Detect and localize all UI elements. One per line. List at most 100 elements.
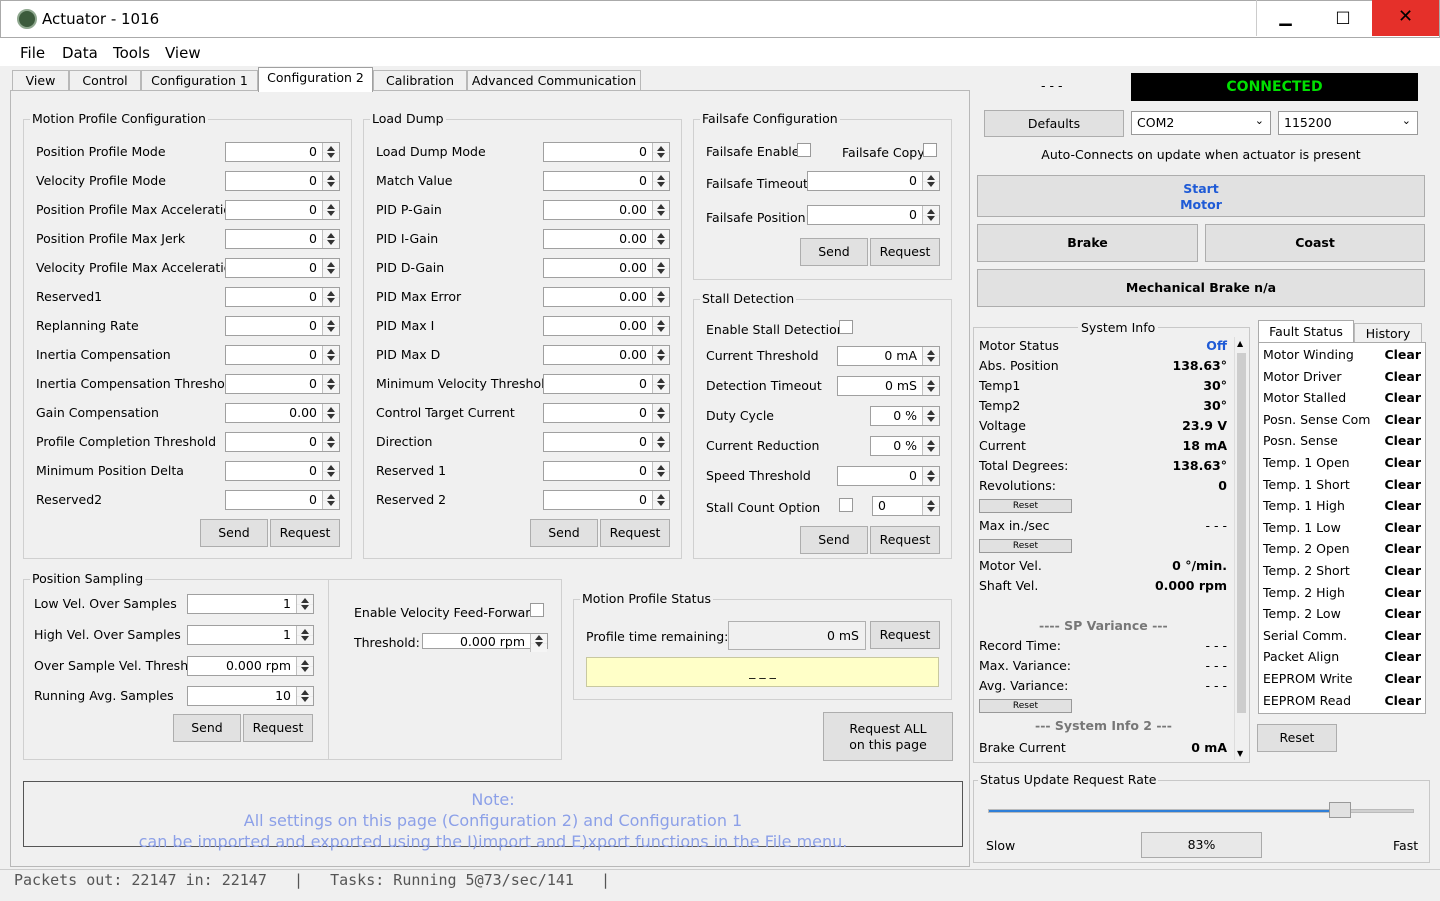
sampling-row-input[interactable]: 0.000 rpm — [187, 656, 314, 676]
load-dump-row-input[interactable]: 0 — [543, 374, 670, 394]
load-dump-row-input[interactable]: 0.00 — [543, 229, 670, 249]
note-line-2: can be imported and exported using the I… — [138, 832, 848, 851]
load-dump-row-input[interactable]: 0.00 — [543, 200, 670, 220]
motion-profile-row-input[interactable]: 0 — [225, 461, 340, 481]
tab-fault-status[interactable]: Fault Status — [1258, 320, 1354, 342]
motion-profile-row-input[interactable]: 0 — [225, 142, 340, 162]
threshold-input[interactable]: 0.000 rpm — [422, 633, 548, 652]
motion-profile-row-input[interactable]: 0 — [225, 432, 340, 452]
failsafe-timeout-input[interactable]: 0 — [807, 171, 940, 191]
motion-profile-row-input[interactable]: 0.00 — [225, 403, 340, 423]
sampling-request-button[interactable]: Request — [243, 714, 313, 742]
stall-count-input[interactable]: 0 — [872, 496, 940, 516]
motion-profile-row-label: Profile Completion Threshold — [36, 434, 217, 449]
system-info-row: Motor Status Off — [979, 338, 1227, 353]
profile-status-display: _ _ _ — [586, 657, 939, 687]
enable-stall-label: Enable Stall Detection — [706, 322, 845, 337]
scroll-down-icon[interactable]: ▼ — [1237, 749, 1243, 758]
tab-advanced-communication[interactable]: Advanced Communication — [467, 70, 641, 91]
stall-request-button[interactable]: Request — [870, 526, 940, 554]
profile-status-request-button[interactable]: Request — [870, 621, 940, 649]
defaults-button[interactable]: Defaults — [984, 110, 1124, 137]
update-rate-slider-thumb[interactable] — [1328, 802, 1351, 818]
baud-select[interactable]: 115200 ⌄ — [1278, 111, 1418, 135]
failsafe-position-input[interactable]: 0 — [807, 205, 940, 225]
sp-variance-header: ---- SP Variance --- — [1039, 618, 1168, 633]
scroll-up-icon[interactable]: ▲ — [1237, 339, 1243, 348]
brake-button[interactable]: Brake — [977, 224, 1198, 262]
load-dump-row-label: PID I-Gain — [376, 231, 439, 246]
stall-row-input[interactable]: 0 mS — [837, 376, 940, 396]
load-dump-request-button[interactable]: Request — [600, 519, 670, 547]
failsafe-copy-label: Failsafe Copy — [842, 145, 925, 160]
tab-calibration[interactable]: Calibration — [373, 70, 467, 91]
variance-reset-button[interactable]: Reset — [979, 699, 1072, 713]
request-all-button[interactable]: Request ALL on this page — [823, 712, 953, 761]
failsafe-send-button[interactable]: Send — [800, 238, 868, 266]
minimize-button[interactable]: ▁ — [1256, 0, 1314, 36]
load-dump-row-input[interactable]: 0.00 — [543, 345, 670, 365]
motion-profile-row-input[interactable]: 0 — [225, 287, 340, 307]
maximize-button[interactable]: □ — [1314, 0, 1372, 36]
menu-data[interactable]: Data — [62, 44, 98, 62]
load-dump-row-input[interactable]: 0.00 — [543, 287, 670, 307]
system-info-scrollbar[interactable]: ▲ ▼ — [1234, 337, 1248, 760]
load-dump-row-label: Minimum Velocity Threshold — [376, 376, 553, 391]
load-dump-row-input[interactable]: 0 — [543, 461, 670, 481]
motion-profile-request-button[interactable]: Request — [270, 519, 340, 547]
motion-profile-row-input[interactable]: 0 — [225, 316, 340, 336]
menu-file[interactable]: File — [20, 44, 45, 62]
motion-profile-row-input[interactable]: 0 — [225, 490, 340, 510]
close-button[interactable]: ✕ — [1372, 0, 1439, 36]
stall-send-button[interactable]: Send — [800, 526, 868, 554]
stall-row-input[interactable]: 0 — [837, 466, 940, 486]
update-rate-value: 83% — [1141, 832, 1262, 858]
sampling-row-input[interactable]: 1 — [187, 625, 314, 645]
load-dump-row-input[interactable]: 0 — [543, 171, 670, 191]
stall-row-input[interactable]: 0 % — [870, 436, 940, 456]
load-dump-row-label: PID D-Gain — [376, 260, 445, 275]
load-dump-row-input[interactable]: 0.00 — [543, 316, 670, 336]
load-dump-row-input[interactable]: 0 — [543, 142, 670, 162]
sampling-divider — [328, 580, 329, 759]
start-motor-button[interactable]: Start Motor — [977, 175, 1425, 217]
motion-profile-row-input[interactable]: 0 — [225, 258, 340, 278]
sampling-row-input[interactable]: 1 — [187, 594, 314, 614]
revolutions-reset-button[interactable]: Reset — [979, 499, 1072, 513]
motion-profile-row-label: Position Profile Max Jerk — [36, 231, 186, 246]
mechanical-brake-button[interactable]: Mechanical Brake n/a — [977, 269, 1425, 307]
max-speed-reset-button[interactable]: Reset — [979, 539, 1072, 553]
tab-view[interactable]: View — [12, 70, 69, 91]
failsafe-enable-checkbox[interactable] — [797, 143, 811, 157]
tab-configuration-2[interactable]: Configuration 2 — [258, 67, 373, 92]
stall-row-input[interactable]: 0 % — [870, 406, 940, 426]
sampling-send-button[interactable]: Send — [173, 714, 241, 742]
motion-profile-row-input[interactable]: 0 — [225, 171, 340, 191]
load-dump-send-button[interactable]: Send — [530, 519, 598, 547]
motion-profile-row-input[interactable]: 0 — [225, 200, 340, 220]
load-dump-row-input[interactable]: 0 — [543, 403, 670, 423]
menu-view[interactable]: View — [165, 44, 201, 62]
motion-profile-row-input[interactable]: 0 — [225, 229, 340, 249]
load-dump-row-label: Direction — [376, 434, 433, 449]
enable-stall-checkbox[interactable] — [839, 320, 853, 334]
motion-profile-send-button[interactable]: Send — [200, 519, 268, 547]
stall-row-input[interactable]: 0 mA — [837, 346, 940, 366]
tab-control[interactable]: Control — [69, 70, 141, 91]
failsafe-copy-checkbox[interactable] — [923, 143, 937, 157]
load-dump-row-input[interactable]: 0 — [543, 490, 670, 510]
load-dump-row-input[interactable]: 0 — [543, 432, 670, 452]
motion-profile-row-input[interactable]: 0 — [225, 374, 340, 394]
fault-reset-button[interactable]: Reset — [1257, 724, 1337, 752]
failsafe-request-button[interactable]: Request — [870, 238, 940, 266]
coast-button[interactable]: Coast — [1205, 224, 1425, 262]
port-select[interactable]: COM2 ⌄ — [1131, 111, 1271, 135]
feed-forward-checkbox[interactable] — [530, 603, 544, 617]
tab-configuration-1[interactable]: Configuration 1 — [141, 70, 258, 91]
sampling-row-input[interactable]: 10 — [187, 686, 314, 706]
stall-count-checkbox[interactable] — [839, 498, 853, 512]
menu-tools[interactable]: Tools — [113, 44, 150, 62]
tab-history[interactable]: History — [1354, 323, 1422, 342]
motion-profile-row-input[interactable]: 0 — [225, 345, 340, 365]
load-dump-row-input[interactable]: 0.00 — [543, 258, 670, 278]
